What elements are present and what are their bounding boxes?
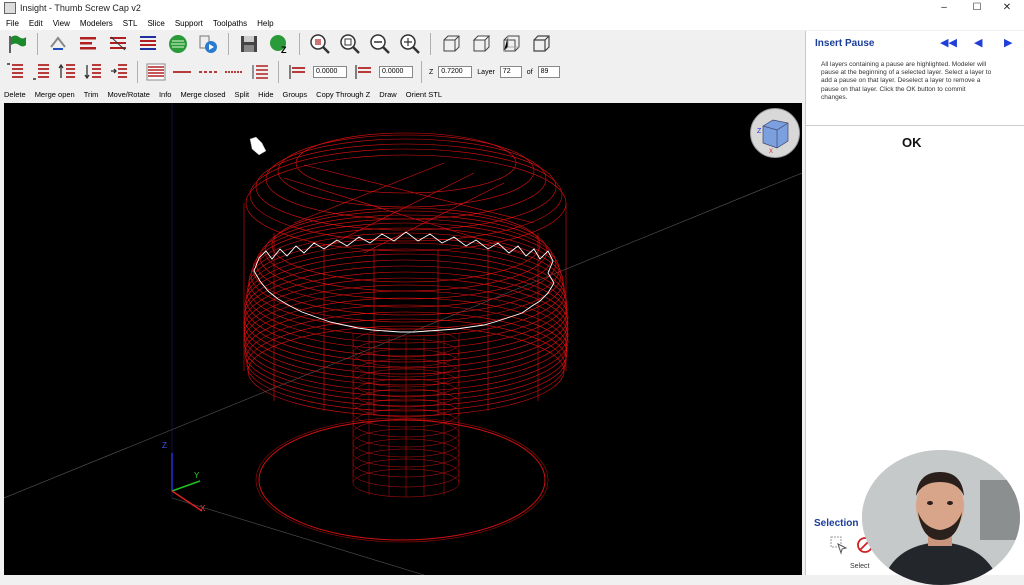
line-dashed-icon[interactable] (197, 61, 219, 83)
cmd-draw[interactable]: Draw (379, 90, 397, 99)
model-viewport[interactable]: Z Y X Z X (4, 103, 802, 575)
zoom-in-icon[interactable] (308, 32, 332, 56)
line-solid-icon[interactable] (171, 61, 193, 83)
minimize-button[interactable]: – (928, 0, 960, 16)
edit-command-bar: Delete Merge open Trim Move/Rotate Info … (4, 88, 804, 100)
layer-up-icon[interactable] (56, 61, 78, 83)
svg-text:Z: Z (757, 128, 762, 135)
of-label: of (526, 68, 533, 76)
first-pause-button[interactable]: ◀◀ (940, 36, 957, 49)
slice-icon[interactable] (76, 32, 100, 56)
menu-modelers[interactable]: Modelers (75, 19, 118, 28)
app-icon (4, 2, 16, 14)
presenter-video (862, 450, 1020, 585)
svg-text:X: X (769, 149, 773, 155)
cmd-orient-stl[interactable]: Orient STL (406, 90, 442, 99)
layer-label: Layer (477, 68, 495, 76)
save-icon[interactable] (237, 32, 261, 56)
select-tool-icon[interactable] (828, 534, 850, 556)
toolbar-separator (228, 33, 229, 55)
select-label: Select (850, 563, 870, 570)
view-iso-icon[interactable] (529, 32, 553, 56)
selection-title: Selection (814, 518, 859, 529)
menu-file[interactable]: File (0, 19, 24, 28)
toolbar-separator (278, 61, 279, 83)
panel-description: All layers containing a pause are highli… (821, 61, 992, 101)
offset2-icon[interactable] (352, 61, 374, 83)
toolbar-separator (421, 61, 422, 83)
layer-first-icon[interactable] (4, 61, 26, 83)
window-title: Insight - Thumb Screw Cap v2 (20, 3, 141, 13)
toolpath-icon[interactable] (166, 32, 190, 56)
layer-list-icon[interactable] (249, 61, 271, 83)
main-toolbar: Z (2, 30, 802, 58)
zoom-out-icon[interactable] (368, 32, 392, 56)
z-label: Z (429, 68, 434, 76)
cmd-copy-through-z[interactable]: Copy Through Z (316, 90, 370, 99)
menu-slice[interactable]: Slice (142, 19, 169, 28)
zoom-window-icon[interactable] (338, 32, 362, 56)
view-side-icon[interactable] (499, 32, 523, 56)
cmd-hide[interactable]: Hide (258, 90, 273, 99)
offset-field-2[interactable]: 0.0000 (379, 66, 413, 78)
model-wireframe (4, 103, 802, 575)
menu-edit[interactable]: Edit (24, 19, 48, 28)
zoom-fit-icon[interactable] (398, 32, 422, 56)
y-axis-label: Y (194, 471, 200, 480)
cmd-delete[interactable]: Delete (4, 90, 26, 99)
cmd-split[interactable]: Split (235, 90, 250, 99)
cmd-merge-closed[interactable]: Merge closed (180, 90, 225, 99)
presenter-webcam (862, 450, 1020, 585)
layer-number-field[interactable]: 72 (499, 66, 522, 78)
cmd-move-rotate[interactable]: Move/Rotate (107, 90, 150, 99)
all-layers-icon[interactable] (145, 61, 167, 83)
cmd-info[interactable]: Info (159, 90, 172, 99)
maximize-button[interactable]: ☐ (961, 0, 993, 16)
menu-stl[interactable]: STL (118, 19, 143, 28)
prev-pause-button[interactable]: ◀ (974, 36, 982, 49)
z-axis-label: Z (162, 441, 167, 450)
toolbar-separator (137, 61, 138, 83)
close-button[interactable]: ✕ (991, 0, 1023, 16)
menu-support[interactable]: Support (170, 19, 208, 28)
supports-icon[interactable] (136, 32, 160, 56)
simulate-icon[interactable] (196, 32, 220, 56)
offset-field-1[interactable]: 0.0000 (313, 66, 347, 78)
menu-toolpaths[interactable]: Toolpaths (208, 19, 252, 28)
menu-help[interactable]: Help (252, 19, 278, 28)
curves-icon[interactable] (106, 32, 130, 56)
line-dotted-icon[interactable] (223, 61, 245, 83)
toolbar-separator (299, 33, 300, 55)
layer-down-icon[interactable] (82, 61, 104, 83)
view-top-icon[interactable] (469, 32, 493, 56)
menu-bar: File Edit View Modelers STL Slice Suppor… (0, 16, 1024, 30)
ok-button[interactable]: OK (902, 135, 922, 150)
layer-goto-icon[interactable] (108, 61, 130, 83)
layer-last-icon[interactable] (30, 61, 52, 83)
panel-title: Insert Pause (815, 38, 875, 49)
svg-text:Z: Z (281, 45, 287, 55)
z-height-field[interactable]: 0.7200 (438, 66, 473, 78)
toolbar-separator (430, 33, 431, 55)
menu-view[interactable]: View (48, 19, 75, 28)
offset-icon[interactable] (286, 61, 308, 83)
toolbar-separator (37, 33, 38, 55)
view-front-icon[interactable] (439, 32, 463, 56)
flag-icon[interactable] (5, 32, 29, 56)
layer-total-field: 89 (537, 66, 560, 78)
cmd-trim[interactable]: Trim (84, 90, 99, 99)
zoom-model-icon[interactable]: Z (267, 32, 291, 56)
cmd-groups[interactable]: Groups (283, 90, 308, 99)
title-bar: Insight - Thumb Screw Cap v2 (0, 0, 1024, 16)
secondary-toolbar: 0.0000 0.0000 Z 0.7200 Layer 72 of 89 (2, 59, 802, 85)
panel-divider (806, 125, 1024, 126)
x-axis-label: X (200, 504, 206, 513)
cmd-merge-open[interactable]: Merge open (35, 90, 75, 99)
view-cube[interactable]: Z X (750, 108, 800, 158)
view-cube-icon: Z X (757, 119, 789, 155)
import-icon[interactable] (46, 32, 70, 56)
next-pause-button[interactable]: ▶ (1004, 36, 1012, 49)
